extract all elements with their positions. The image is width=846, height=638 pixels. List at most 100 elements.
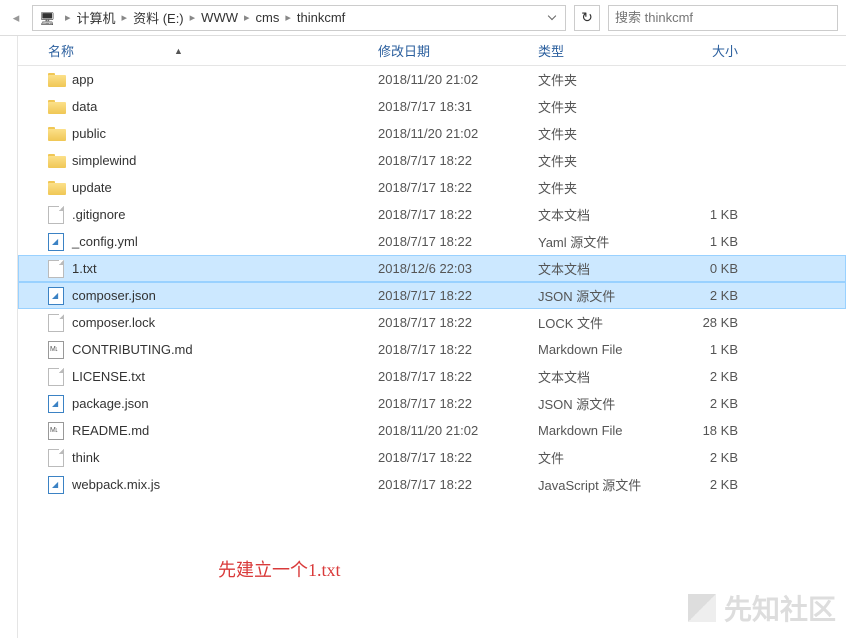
file-view: 名称 ▲ 修改日期 类型 大小 app2018/11/20 21:02文件夹da… (18, 36, 846, 638)
file-row[interactable]: app2018/11/20 21:02文件夹 (18, 66, 846, 93)
file-row[interactable]: composer.lock2018/7/17 18:22LOCK 文件28 KB (18, 309, 846, 336)
file-row[interactable]: think2018/7/17 18:22文件2 KB (18, 444, 846, 471)
code-icon (48, 233, 64, 251)
breadcrumb-item[interactable]: 资料 (E:) (131, 8, 186, 27)
file-type: 文本文档 (538, 259, 668, 278)
file-name: CONTRIBUTING.md (72, 342, 378, 357)
file-date: 2018/11/20 21:02 (378, 423, 538, 438)
sort-ascending-icon: ▲ (174, 46, 183, 56)
chevron-right-icon: ▸ (285, 11, 291, 24)
watermark-text: 先知社区 (724, 588, 836, 628)
file-row[interactable]: update2018/7/17 18:22文件夹 (18, 174, 846, 201)
breadcrumb-computer-icon[interactable]: 🖥 (37, 11, 61, 25)
refresh-button[interactable]: ↻ (574, 5, 600, 31)
folder-icon (48, 100, 66, 114)
file-type: 文件夹 (538, 151, 668, 170)
file-date: 2018/7/17 18:22 (378, 288, 538, 303)
file-size: 2 KB (668, 396, 758, 411)
file-row[interactable]: public2018/11/20 21:02文件夹 (18, 120, 846, 147)
file-type: JSON 源文件 (538, 394, 668, 413)
nav-pane-edge[interactable] (0, 36, 18, 638)
file-row[interactable]: 1.txt2018/12/6 22:03文本文档0 KB (18, 255, 846, 282)
file-type: Markdown File (538, 423, 668, 438)
chevron-right-icon: ▸ (122, 11, 128, 24)
file-type: 文件夹 (538, 97, 668, 116)
breadcrumb-dropdown-button[interactable] (543, 6, 561, 30)
file-row[interactable]: composer.json2018/7/17 18:22JSON 源文件2 KB (18, 282, 846, 309)
file-name: 1.txt (72, 261, 378, 276)
file-row[interactable]: CONTRIBUTING.md2018/7/17 18:22Markdown F… (18, 336, 846, 363)
file-size: 2 KB (668, 369, 758, 384)
breadcrumb-item[interactable]: thinkcmf (295, 10, 347, 25)
file-name: LICENSE.txt (72, 369, 378, 384)
folder-icon (48, 73, 66, 87)
file-date: 2018/7/17 18:22 (378, 315, 538, 330)
file-date: 2018/7/17 18:22 (378, 234, 538, 249)
file-size: 0 KB (668, 261, 758, 276)
chevron-right-icon: ▸ (65, 11, 71, 24)
folder-icon (48, 127, 66, 141)
search-input[interactable] (615, 10, 831, 25)
content-area: 名称 ▲ 修改日期 类型 大小 app2018/11/20 21:02文件夹da… (0, 36, 846, 638)
code-icon (48, 287, 64, 305)
file-type: Markdown File (538, 342, 668, 357)
file-size: 2 KB (668, 477, 758, 492)
file-size: 2 KB (668, 288, 758, 303)
file-row[interactable]: data2018/7/17 18:31文件夹 (18, 93, 846, 120)
code-icon (48, 395, 64, 413)
column-header: 名称 ▲ 修改日期 类型 大小 (18, 36, 846, 66)
watermark: 先知社区 (688, 588, 836, 628)
file-name: composer.lock (72, 315, 378, 330)
file-icon (48, 260, 64, 278)
file-type: JavaScript 源文件 (538, 475, 668, 494)
file-row[interactable]: package.json2018/7/17 18:22JSON 源文件2 KB (18, 390, 846, 417)
file-row[interactable]: .gitignore2018/7/17 18:22文本文档1 KB (18, 201, 846, 228)
file-type: Yaml 源文件 (538, 232, 668, 251)
column-date-header[interactable]: 修改日期 (378, 41, 538, 60)
file-size: 18 KB (668, 423, 758, 438)
file-name: webpack.mix.js (72, 477, 378, 492)
watermark-logo-icon (688, 594, 716, 622)
breadcrumb[interactable]: 🖥 ▸ 计算机 ▸ 资料 (E:) ▸ WWW ▸ cms ▸ thinkcmf (32, 5, 566, 31)
folder-icon (48, 181, 66, 195)
file-size: 1 KB (668, 207, 758, 222)
file-row[interactable]: webpack.mix.js2018/7/17 18:22JavaScript … (18, 471, 846, 498)
file-name: _config.yml (72, 234, 378, 249)
column-size-header[interactable]: 大小 (668, 41, 758, 60)
file-date: 2018/7/17 18:22 (378, 477, 538, 492)
chevron-right-icon: ▸ (244, 11, 250, 24)
file-type: 文件夹 (538, 70, 668, 89)
file-date: 2018/11/20 21:02 (378, 126, 538, 141)
nav-back-icon[interactable]: ◂ (4, 6, 28, 30)
folder-icon (48, 154, 66, 168)
column-type-header[interactable]: 类型 (538, 41, 668, 60)
file-row[interactable]: simplewind2018/7/17 18:22文件夹 (18, 147, 846, 174)
file-icon (48, 206, 64, 224)
file-date: 2018/7/17 18:22 (378, 180, 538, 195)
column-name-label: 名称 (48, 41, 74, 60)
breadcrumb-item[interactable]: WWW (199, 10, 240, 25)
file-row[interactable]: LICENSE.txt2018/7/17 18:22文本文档2 KB (18, 363, 846, 390)
file-name: simplewind (72, 153, 378, 168)
breadcrumb-item[interactable]: 计算机 (75, 8, 118, 27)
file-name: app (72, 72, 378, 87)
file-name: composer.json (72, 288, 378, 303)
file-type: JSON 源文件 (538, 286, 668, 305)
file-size: 1 KB (668, 342, 758, 357)
file-name: public (72, 126, 378, 141)
file-row[interactable]: README.md2018/11/20 21:02Markdown File18… (18, 417, 846, 444)
file-icon (48, 314, 64, 332)
file-name: package.json (72, 396, 378, 411)
file-date: 2018/7/17 18:31 (378, 99, 538, 114)
breadcrumb-item[interactable]: cms (254, 10, 282, 25)
md-icon (48, 341, 64, 359)
file-name: data (72, 99, 378, 114)
search-box[interactable] (608, 5, 838, 31)
file-name: README.md (72, 423, 378, 438)
file-type: 文本文档 (538, 367, 668, 386)
file-date: 2018/7/17 18:22 (378, 396, 538, 411)
file-type: LOCK 文件 (538, 313, 668, 332)
column-name-header[interactable]: 名称 ▲ (48, 41, 378, 60)
file-date: 2018/12/6 22:03 (378, 261, 538, 276)
file-row[interactable]: _config.yml2018/7/17 18:22Yaml 源文件1 KB (18, 228, 846, 255)
